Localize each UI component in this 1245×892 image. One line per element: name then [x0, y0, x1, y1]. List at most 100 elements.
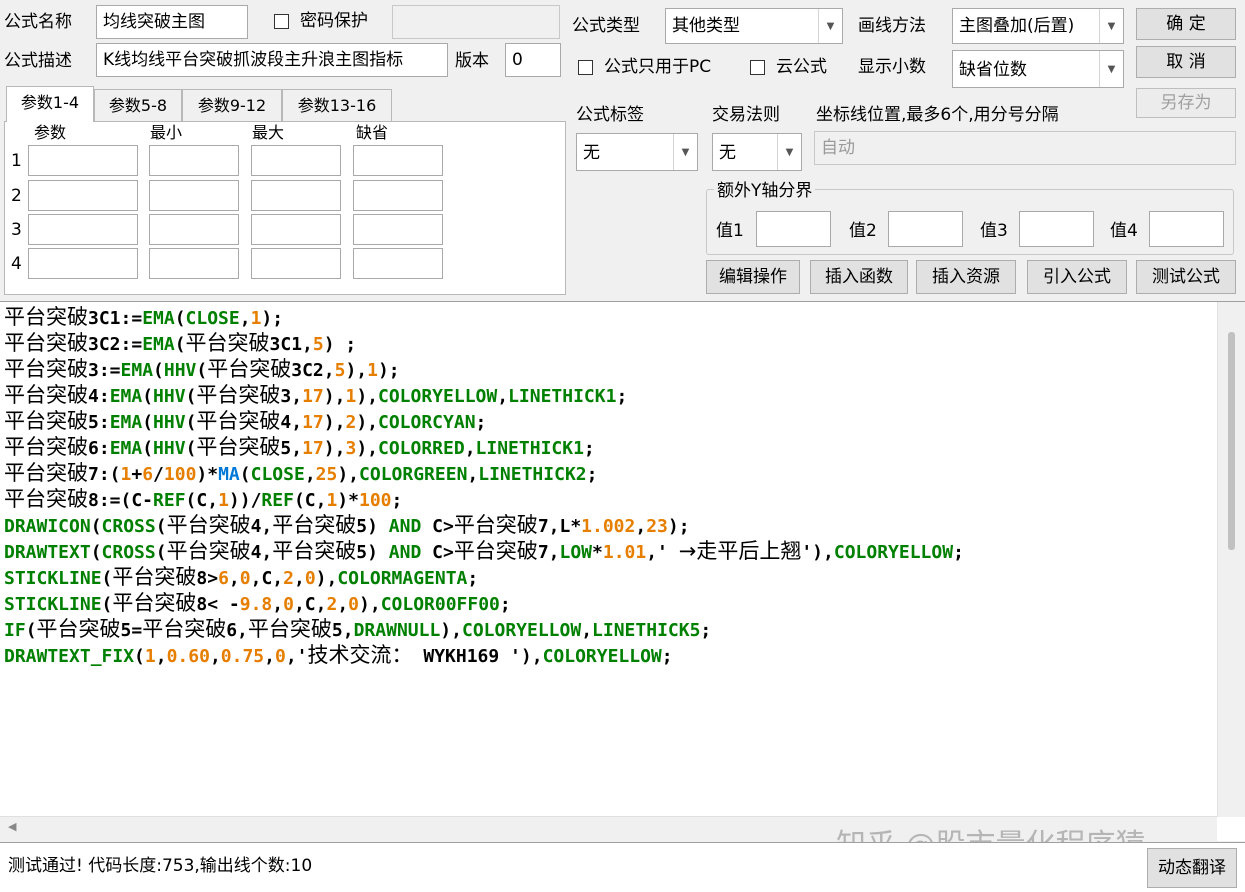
param-default-input[interactable]: [353, 180, 443, 211]
param-default-input[interactable]: [353, 248, 443, 279]
tab-params-9-12[interactable]: 参数9-12: [182, 89, 282, 121]
insert-resource-button[interactable]: 插入资源: [916, 260, 1016, 294]
formula-name-input[interactable]: 均线突破主图: [96, 5, 248, 39]
import-formula-button[interactable]: 引入公式: [1027, 260, 1127, 294]
scroll-left-arrow-icon[interactable]: ◀: [8, 820, 16, 833]
code-token: (: [134, 646, 145, 667]
code-token: 平台突破: [247, 617, 332, 641]
code-token: 3C1:=: [88, 308, 143, 329]
save-as-button[interactable]: 另存为: [1136, 88, 1236, 118]
code-token: ),: [345, 360, 368, 381]
edit-operations-button[interactable]: 编辑操作: [706, 260, 800, 294]
code-line: 平台突破5:EMA(HHV(平台突破4,17),2),COLORCYAN;: [4, 408, 486, 434]
code-token: 4,: [280, 412, 303, 433]
insert-function-button[interactable]: 插入函数: [810, 260, 908, 294]
param-name-input[interactable]: [28, 214, 138, 245]
code-token: 平台突破: [36, 617, 121, 641]
code-token: 5): [356, 542, 389, 563]
trade-rule-select[interactable]: 无 ▼: [712, 133, 802, 171]
code-token: 0: [283, 594, 294, 615]
code-line: 平台突破8:=(C-REF(C,1))/REF(C,1)*100;: [4, 486, 402, 512]
code-token: 100: [163, 464, 197, 485]
dynamic-translate-button[interactable]: 动态翻译: [1147, 848, 1237, 888]
code-token: 0: [239, 568, 251, 589]
decimals-select[interactable]: 缺省位数 ▼: [952, 50, 1124, 88]
code-token: 5,: [280, 438, 303, 459]
decimals-value: 缺省位数: [959, 60, 1027, 80]
code-token: 0: [274, 646, 286, 667]
param-default-input[interactable]: [353, 145, 443, 176]
code-token: ,: [228, 568, 240, 589]
code-token: WYKH169 '),: [412, 646, 543, 667]
ok-button[interactable]: 确 定: [1136, 8, 1236, 40]
param-max-input[interactable]: [251, 248, 341, 279]
code-token: 4,: [250, 516, 273, 537]
param-name-input[interactable]: [28, 180, 138, 211]
param-default-input[interactable]: [353, 214, 443, 245]
formula-name-label: 公式名称: [4, 12, 72, 32]
formula-type-select[interactable]: 其他类型 ▼: [665, 8, 843, 44]
code-token: ,C,: [250, 568, 284, 589]
y-value-1-input[interactable]: [756, 211, 831, 247]
tab-params-13-16[interactable]: 参数13-16: [282, 89, 392, 121]
code-token: ;: [953, 542, 964, 563]
code-token: 7,: [537, 542, 560, 563]
y-value-2-input[interactable]: [888, 211, 963, 247]
test-formula-button[interactable]: 测试公式: [1136, 260, 1236, 294]
param-min-input[interactable]: [149, 214, 239, 245]
code-token: DRAWNULL: [353, 620, 441, 641]
param-min-input[interactable]: [149, 248, 239, 279]
code-token: 3:=: [88, 360, 121, 381]
param-max-input[interactable]: [251, 145, 341, 176]
draw-method-label: 画线方法: [858, 16, 926, 36]
code-token: );: [261, 308, 284, 329]
formula-tag-select[interactable]: 无 ▼: [576, 133, 698, 171]
param-name-input[interactable]: [28, 248, 138, 279]
param-min-input[interactable]: [149, 145, 239, 176]
cancel-button[interactable]: 取 消: [1136, 46, 1236, 78]
code-token: 1.01: [602, 542, 647, 563]
code-token: 平台突破: [4, 383, 88, 407]
code-token: 4,: [250, 542, 273, 563]
tab-params-5-8[interactable]: 参数5-8: [94, 89, 182, 121]
y-value-4-input[interactable]: [1149, 211, 1224, 247]
code-token: ;: [475, 412, 487, 433]
pc-only-checkbox[interactable]: [578, 60, 593, 75]
code-token: HHV: [163, 360, 197, 381]
code-token: STICKLINE: [4, 594, 102, 615]
axis-position-input[interactable]: 自动: [814, 131, 1236, 165]
trade-rule-value: 无: [719, 143, 736, 163]
code-token: REF: [261, 490, 294, 511]
code-token: 0: [348, 594, 359, 615]
param-max-input[interactable]: [251, 214, 341, 245]
code-token: ),: [323, 438, 346, 459]
formula-desc-input[interactable]: K线均线平台突破抓波段主升浪主图指标: [96, 43, 448, 77]
param-max-input[interactable]: [251, 180, 341, 211]
code-token: (: [185, 386, 197, 407]
param-row-number: 1: [11, 151, 22, 171]
y-value-1-label: 值1: [716, 221, 744, 241]
code-token: ,: [497, 386, 509, 407]
code-token: 平台突破: [272, 539, 357, 563]
version-input[interactable]: 0: [505, 43, 561, 77]
param-name-input[interactable]: [28, 145, 138, 176]
code-token: HHV: [153, 386, 186, 407]
vertical-scrollbar[interactable]: [1217, 302, 1245, 817]
code-token: ),: [359, 594, 381, 615]
code-editor[interactable]: 平台突破3C1:=EMA(CLOSE,1); 平台突破3C2:=EMA(平台突破3…: [0, 301, 1245, 841]
cloud-formula-checkbox[interactable]: [750, 60, 765, 75]
tab-params-1-4[interactable]: 参数1-4: [6, 86, 94, 122]
code-token: 平台突破: [453, 539, 538, 563]
vertical-scrollbar-thumb[interactable]: [1228, 332, 1235, 550]
param-min-input[interactable]: [149, 180, 239, 211]
code-token: COLORYELLOW: [461, 620, 582, 641]
code-token: 1: [367, 360, 378, 381]
password-checkbox[interactable]: [274, 14, 289, 29]
cloud-formula-label: 云公式: [776, 57, 827, 77]
param-header-max: 最大: [252, 123, 285, 142]
pc-only-label: 公式只用于PC: [604, 57, 712, 77]
y-value-3-input[interactable]: [1019, 211, 1094, 247]
code-token: ,: [337, 594, 349, 615]
draw-method-select[interactable]: 主图叠加(后置) ▼: [952, 8, 1124, 44]
code-token: ;: [661, 646, 673, 667]
